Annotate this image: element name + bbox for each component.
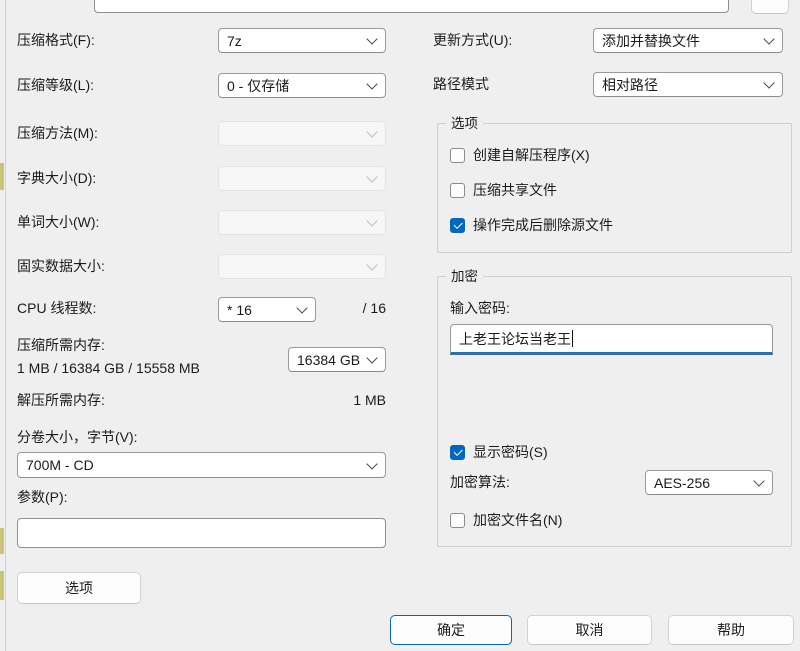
volume-size-label: 分卷大小，字节(V):: [17, 429, 138, 446]
password-label: 输入密码:: [450, 300, 510, 317]
dictionary-select: [218, 166, 386, 191]
format-value: 7z: [227, 33, 242, 49]
update-mode-label: 更新方式(U):: [433, 32, 512, 49]
encryption-method-label: 加密算法:: [450, 474, 510, 491]
word-size-label: 单词大小(W):: [17, 214, 99, 231]
path-mode-value: 相对路径: [602, 75, 658, 95]
encryption-group-title: 加密: [446, 268, 483, 285]
archive-dialog: { "window": { "archive_name_value": "", …: [0, 0, 800, 651]
background-artifact: [0, 528, 4, 554]
chevron-down-icon: [366, 171, 377, 182]
encrypt-names-checkbox-row[interactable]: 加密文件名(N): [450, 510, 562, 530]
options-group-title: 选项: [446, 115, 483, 132]
chevron-down-icon: [763, 77, 774, 88]
chevron-down-icon: [296, 302, 307, 313]
chevron-down-icon: [366, 352, 377, 363]
sfx-checkbox-row[interactable]: 创建自解压程序(X): [450, 145, 590, 165]
solid-size-label: 固实数据大小:: [17, 258, 105, 275]
password-input[interactable]: 上老王论坛当老王: [450, 324, 773, 355]
volume-size-combobox[interactable]: 700M - CD: [17, 452, 386, 478]
shared-files-checkbox-row[interactable]: 压缩共享文件: [450, 180, 557, 200]
chevron-down-icon: [763, 33, 774, 44]
parameters-label: 参数(P):: [17, 489, 68, 506]
level-label: 压缩等级(L):: [17, 77, 94, 94]
sfx-checkbox[interactable]: [450, 148, 465, 163]
show-password-checkbox[interactable]: [450, 445, 465, 460]
browse-button[interactable]: [751, 0, 789, 14]
encryption-method-value: AES-256: [654, 475, 710, 491]
background-artifact: [0, 163, 4, 190]
cpu-threads-select[interactable]: * 16: [218, 297, 316, 322]
options-button[interactable]: 选项: [17, 572, 141, 604]
shared-files-checkbox[interactable]: [450, 183, 465, 198]
chevron-down-icon: [366, 215, 377, 226]
chevron-down-icon: [366, 33, 377, 44]
format-label: 压缩格式(F):: [17, 32, 95, 49]
cpu-threads-value: * 16: [227, 302, 252, 318]
memory-limit-value: 16384 GB: [297, 352, 360, 368]
chevron-down-icon: [366, 126, 377, 137]
chevron-down-icon: [753, 475, 764, 486]
memory-compress-label: 压缩所需内存:: [17, 337, 105, 354]
memory-decompress-value: 1 MB: [316, 392, 386, 408]
volume-size-value: 700M - CD: [26, 457, 94, 473]
memory-compress-detail: 1 MB / 16384 GB / 15558 MB: [17, 360, 200, 377]
sfx-checkbox-label: 创建自解压程序(X): [473, 145, 590, 165]
archive-name-input[interactable]: [94, 0, 729, 13]
path-mode-label: 路径模式: [433, 76, 489, 93]
help-button[interactable]: 帮助: [668, 615, 794, 645]
encrypt-names-checkbox-label: 加密文件名(N): [473, 510, 562, 530]
chevron-down-icon: [366, 259, 377, 270]
cancel-button[interactable]: 取消: [527, 615, 652, 645]
method-label: 压缩方法(M):: [17, 125, 98, 142]
dialog-left-border: [5, 0, 6, 651]
parameters-input[interactable]: [17, 518, 386, 548]
solid-size-select: [218, 254, 386, 279]
encryption-method-select[interactable]: AES-256: [645, 470, 773, 495]
show-password-checkbox-label: 显示密码(S): [473, 442, 548, 462]
level-select[interactable]: 0 - 仅存储: [218, 73, 386, 98]
dictionary-label: 字典大小(D):: [17, 170, 96, 187]
cpu-threads-label: CPU 线程数:: [17, 300, 96, 317]
update-mode-select[interactable]: 添加并替换文件: [593, 28, 783, 53]
ok-button[interactable]: 确定: [390, 615, 512, 645]
delete-after-checkbox-row[interactable]: 操作完成后删除源文件: [450, 215, 613, 235]
level-value: 0 - 仅存储: [227, 76, 289, 96]
show-password-checkbox-row[interactable]: 显示密码(S): [450, 442, 548, 462]
memory-decompress-label: 解压所需内存:: [17, 392, 105, 409]
password-value: 上老王论坛当老王: [459, 329, 571, 349]
format-select[interactable]: 7z: [218, 28, 386, 53]
text-caret: [572, 330, 573, 347]
background-artifact: [0, 571, 4, 600]
delete-after-checkbox-label: 操作完成后删除源文件: [473, 215, 613, 235]
delete-after-checkbox[interactable]: [450, 218, 465, 233]
encrypt-names-checkbox[interactable]: [450, 513, 465, 528]
word-size-select: [218, 210, 386, 235]
shared-files-checkbox-label: 压缩共享文件: [473, 180, 557, 200]
chevron-down-icon: [366, 458, 377, 469]
path-mode-select[interactable]: 相对路径: [593, 72, 783, 97]
memory-limit-select[interactable]: 16384 GB: [288, 347, 386, 372]
chevron-down-icon: [366, 78, 377, 89]
method-select: [218, 121, 386, 146]
cpu-threads-max: / 16: [316, 300, 386, 316]
update-mode-value: 添加并替换文件: [602, 31, 700, 51]
